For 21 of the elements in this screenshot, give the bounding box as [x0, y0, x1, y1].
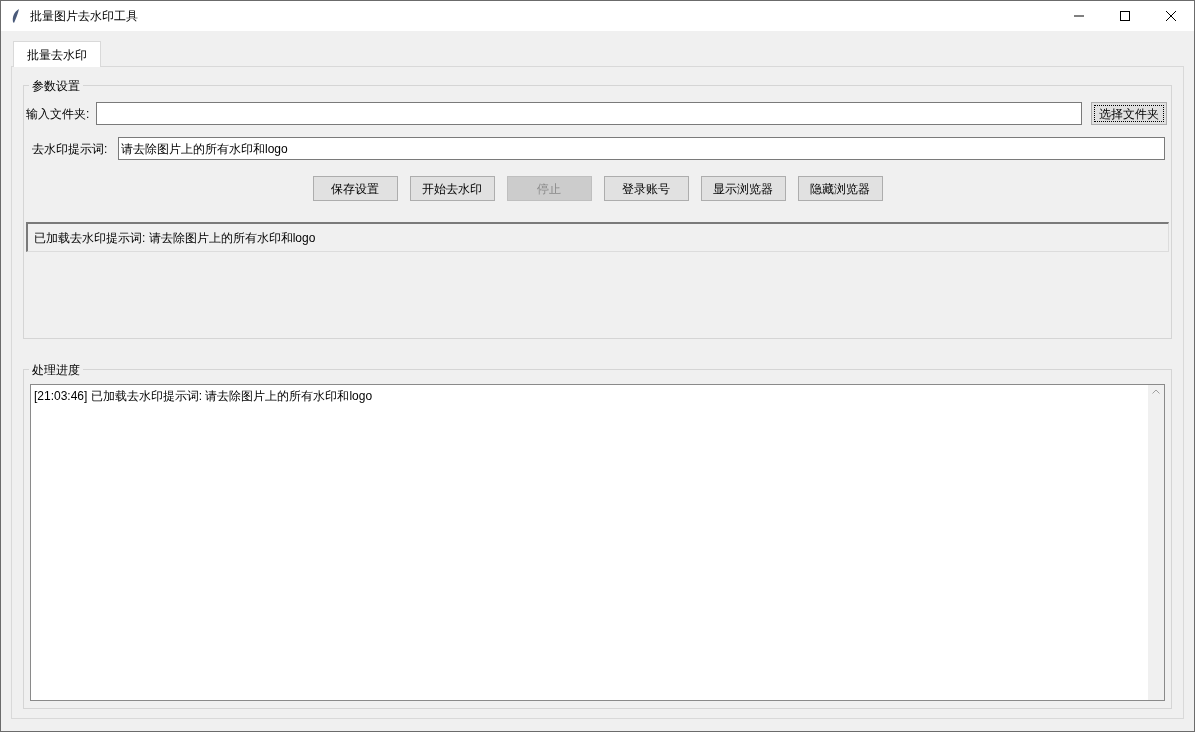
group-title: 处理进度 [29, 361, 83, 379]
scrollbar[interactable] [1148, 385, 1164, 700]
close-icon [1166, 11, 1176, 21]
tab[interactable]: 批量去水印 [13, 41, 101, 67]
input-field[interactable] [96, 102, 1082, 125]
scroll-up-icon[interactable] [1152, 389, 1160, 394]
log-line: [21:03:46] 已加载去水印提示词: 请去除图片上的所有水印和logo [34, 388, 374, 405]
action-button[interactable]: 隐藏浏览器 [797, 176, 883, 201]
input-field[interactable]: 请去除图片上的所有水印和logo [118, 137, 1165, 160]
action-button[interactable]: 保存设置 [312, 176, 398, 201]
window-title: 批量图片去水印工具 [30, 8, 138, 25]
action-button[interactable]: 开始去水印 [409, 176, 495, 201]
action-button[interactable]: 显示浏览器 [700, 176, 786, 201]
field-label: 输入文件夹: [26, 105, 91, 123]
group-title: 参数设置 [29, 77, 83, 95]
action-button[interactable]: 登录账号 [603, 176, 689, 201]
choose-folder-button[interactable]: 选择文件夹 [1091, 102, 1167, 125]
field-label: 去水印提示词: [32, 140, 109, 158]
maximize-icon [1120, 11, 1130, 21]
feather-icon [11, 8, 21, 24]
status-label: 已加载去水印提示词: 请去除图片上的所有水印和logo [26, 222, 1169, 252]
